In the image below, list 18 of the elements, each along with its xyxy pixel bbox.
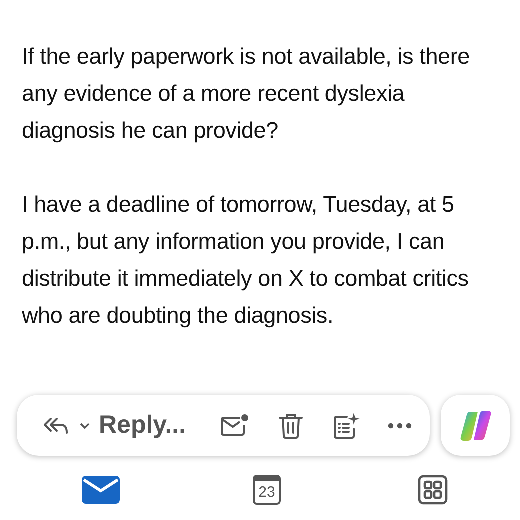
- envelope-dot-icon: [220, 414, 250, 438]
- calendar-icon: 23: [253, 475, 281, 505]
- chevron-down-icon[interactable]: [79, 422, 91, 430]
- message-paragraph: If the early paperwork is not available, is there any evidence of a more recent dyslexia diagnosis he can provide?: [22, 43, 471, 145]
- apps-icon: [418, 475, 448, 505]
- mark-unread-button[interactable]: [220, 414, 250, 438]
- list-sparkle-icon: [332, 412, 360, 440]
- reply-button[interactable]: Reply...: [99, 411, 186, 440]
- mail-icon: [81, 475, 121, 505]
- more-icon: [388, 422, 412, 428]
- message-paragraph: I have a deadline of tomorrow, Tuesday, at 5 p.m., but any information you provide, I can distribute it immediately on X to combat critics who are doubting the diagnosis.: [22, 191, 470, 330]
- calendar-tab[interactable]: 23: [246, 470, 288, 510]
- summarize-button[interactable]: [332, 412, 360, 440]
- more-button[interactable]: [388, 422, 412, 428]
- trash-icon: [278, 412, 304, 440]
- reply-all-icon[interactable]: [43, 416, 69, 436]
- assistant-button[interactable]: [441, 395, 510, 456]
- delete-button[interactable]: [278, 412, 304, 440]
